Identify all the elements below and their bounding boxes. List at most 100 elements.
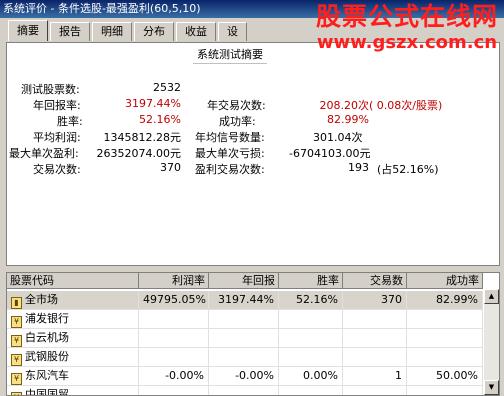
vertical-scrollbar[interactable]: ▲ ▼ [484, 289, 499, 395]
trade-count-label: 交易次数: [33, 163, 81, 176]
row-name-cell: ¥ 白云机场 [7, 329, 139, 347]
row-profit: -0.00% [139, 367, 209, 385]
row-success [407, 310, 483, 328]
profit-trades-share: (占52.16%) [377, 163, 439, 176]
row-trades [343, 348, 407, 366]
stock-results-table: 股票代码 利润率 年回报 胜率 交易数 成功率 ▮ 全市场 49795.05% 3… [6, 272, 500, 396]
avg-profit-label: 平均利润: [33, 131, 81, 144]
row-name: 东风汽车 [25, 369, 69, 382]
stock-icon: ¥ [11, 335, 22, 347]
summary-title: 系统测试摘要 [193, 48, 267, 64]
panel-splitter[interactable] [0, 266, 504, 270]
tab-distribution[interactable]: 分布 [134, 22, 174, 41]
table-row[interactable]: ▮ 全市场 49795.05% 3197.44% 52.16% 370 82.99… [7, 291, 483, 310]
trade-count-value: 370 [160, 161, 181, 174]
tab-report[interactable]: 报告 [50, 22, 90, 41]
annual-return-label: 年回报率: [33, 99, 81, 112]
col-header-code[interactable]: 股票代码 [7, 273, 139, 289]
row-name: 武钢股份 [25, 350, 69, 363]
row-annual [209, 329, 279, 347]
tab-settings[interactable]: 设 [218, 22, 247, 41]
success-rate-label: 成功率: [219, 115, 256, 128]
row-trades: 1 [343, 367, 407, 385]
row-win: 0.00% [279, 367, 343, 385]
table-row[interactable]: ¥ 白云机场 [7, 329, 483, 348]
row-annual [209, 348, 279, 366]
col-header-success[interactable]: 成功率 [407, 273, 483, 289]
max-single-profit-value: 26352074.00元 [96, 147, 181, 160]
test-stock-count-label: 测试股票数: [21, 83, 80, 96]
scroll-down-icon[interactable]: ▼ [484, 380, 499, 395]
max-single-profit-label: 最大单次盈利: [9, 147, 79, 160]
row-win: 52.16% [279, 291, 343, 309]
annual-trades-label: 年交易次数: [207, 99, 266, 112]
row-profit [139, 310, 209, 328]
row-profit [139, 348, 209, 366]
row-trades: 370 [343, 291, 407, 309]
profit-trades-label: 盈利交易次数: [195, 163, 265, 176]
col-header-profit[interactable]: 利润率 [139, 273, 209, 289]
watermark-line1: 股票公式在线网 [315, 2, 498, 31]
row-annual [209, 386, 279, 395]
row-annual [209, 310, 279, 328]
annual-return-value: 3197.44% [125, 97, 181, 110]
row-name-cell: ▮ 全市场 [7, 291, 139, 309]
row-trades [343, 310, 407, 328]
test-stock-count-value: 2532 [153, 81, 181, 94]
tab-detail[interactable]: 明细 [92, 22, 132, 41]
scroll-up-icon[interactable]: ▲ [484, 289, 499, 304]
watermark: 股票公式在线网 www.gszx.com.cn [316, 2, 498, 54]
stock-icon: ¥ [11, 354, 22, 366]
row-success [407, 386, 483, 395]
tab-summary[interactable]: 摘要 [8, 20, 48, 41]
col-header-win[interactable]: 胜率 [279, 273, 343, 289]
row-name-cell: ¥ 东风汽车 [7, 367, 139, 385]
stock-icon: ¥ [11, 316, 22, 328]
row-name: 全市场 [25, 293, 58, 306]
annual-trades-per-stock: ( 0.08次/股票) [369, 99, 443, 112]
row-annual: -0.00% [209, 367, 279, 385]
tab-bar: 摘要 报告 明细 分布 收益 设 [8, 20, 249, 42]
annual-trades-value: 208.20次 [319, 99, 370, 112]
win-rate-value: 52.16% [139, 113, 181, 126]
row-profit [139, 329, 209, 347]
annual-signals-value: 301.04次 [313, 131, 363, 144]
avg-profit-value: 1345812.28元 [103, 131, 181, 144]
row-win [279, 348, 343, 366]
col-header-trades[interactable]: 交易数 [343, 273, 407, 289]
row-profit [139, 386, 209, 395]
row-win [279, 329, 343, 347]
win-rate-label: 胜率: [57, 115, 83, 128]
max-single-loss-value: -6704103.00元 [289, 147, 371, 160]
annual-signals-label: 年均信号数量: [195, 131, 265, 144]
row-name: 中国国贸 [25, 388, 69, 396]
stock-icon: ¥ [11, 392, 22, 395]
success-rate-value: 82.99% [327, 113, 369, 126]
row-name: 白云机场 [25, 331, 69, 344]
row-trades [343, 329, 407, 347]
row-profit: 49795.05% [139, 291, 209, 309]
stock-icon: ¥ [11, 373, 22, 385]
row-win [279, 386, 343, 395]
row-win [279, 310, 343, 328]
col-header-annual[interactable]: 年回报 [209, 273, 279, 289]
row-success: 50.00% [407, 367, 483, 385]
row-name-cell: ¥中国国贸 [7, 386, 139, 396]
table-row[interactable]: ¥ 浦发银行 [7, 310, 483, 329]
row-trades [343, 386, 407, 395]
table-row[interactable]: ¥ 东风汽车 -0.00% -0.00% 0.00% 1 50.00% [7, 367, 483, 386]
table-row[interactable]: ¥中国国贸 [7, 386, 483, 396]
row-name: 浦发银行 [25, 312, 69, 325]
table-header: 股票代码 利润率 年回报 胜率 交易数 成功率 [7, 273, 483, 289]
max-single-loss-label: 最大单次亏损: [195, 147, 265, 160]
window-title: 系统评价 - 条件选股-最强盈利(60,5,10) [3, 2, 201, 15]
summary-panel: 系统测试摘要 测试股票数: 2532 年回报率: 3197.44% 年交易次数:… [6, 42, 500, 266]
watermark-line2: www.gszx.com.cn [316, 32, 498, 53]
tab-returns[interactable]: 收益 [176, 22, 216, 41]
row-name-cell: ¥ 浦发银行 [7, 310, 139, 328]
table-row[interactable]: ¥ 武钢股份 [7, 348, 483, 367]
row-success [407, 329, 483, 347]
row-success [407, 348, 483, 366]
row-name-cell: ¥ 武钢股份 [7, 348, 139, 366]
profit-trades-value: 193 [348, 161, 369, 174]
